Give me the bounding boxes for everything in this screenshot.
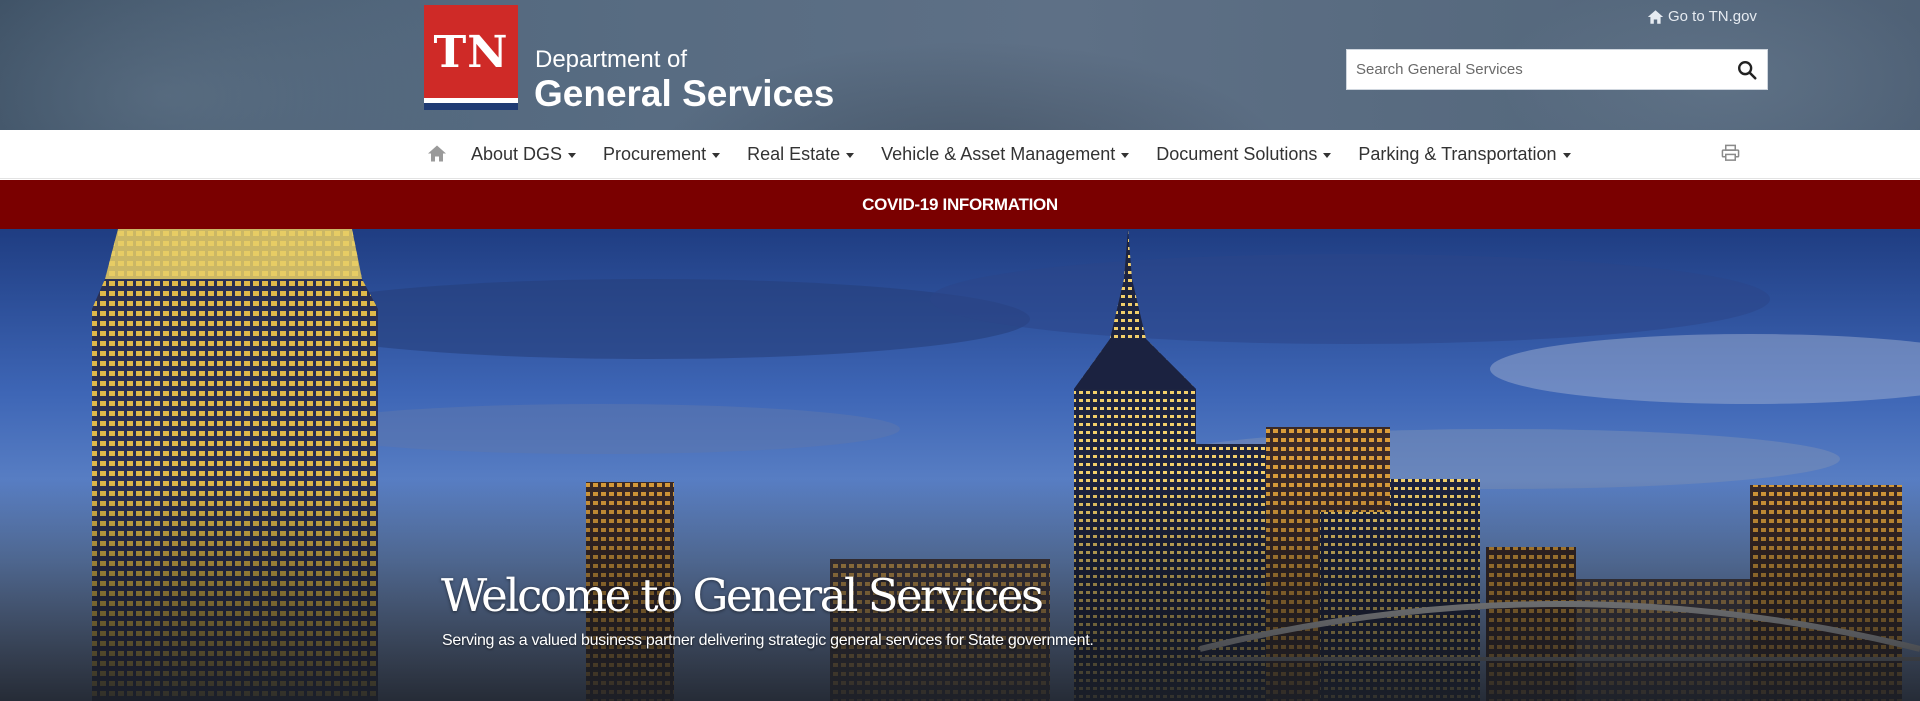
dept-line1[interactable]: Department of xyxy=(535,47,687,73)
caret-down-icon xyxy=(846,153,855,158)
search-icon xyxy=(1738,60,1757,80)
nav-items: About DGS Procurement Real Estate Vehicl… xyxy=(471,130,1598,179)
goto-tn-gov-label: Go to TN.gov xyxy=(1668,8,1757,25)
nav-item-procurement[interactable]: Procurement xyxy=(603,144,721,165)
logo-stripe-blue xyxy=(424,103,518,110)
nav-item-label: Document Solutions xyxy=(1156,144,1318,164)
covid-banner: COVID-19 INFORMATION xyxy=(0,180,1920,229)
print-button[interactable] xyxy=(1721,144,1741,164)
caret-down-icon xyxy=(1121,153,1130,158)
nav-item-about-dgs[interactable]: About DGS xyxy=(471,144,577,165)
home-icon xyxy=(1647,10,1664,24)
nav-item-document-solutions[interactable]: Document Solutions xyxy=(1156,144,1332,165)
goto-tn-gov-link[interactable]: Go to TN.gov xyxy=(1647,7,1757,27)
caret-down-icon xyxy=(1562,153,1571,158)
nav-home-link[interactable] xyxy=(427,144,447,164)
nav-item-vehicle-asset[interactable]: Vehicle & Asset Management xyxy=(881,144,1130,165)
tn-logo[interactable]: TN xyxy=(424,5,518,110)
hero-banner: Welcome to General Services Serving as a… xyxy=(0,229,1920,701)
caret-down-icon xyxy=(712,153,721,158)
search-button[interactable] xyxy=(1727,50,1767,89)
main-nav: About DGS Procurement Real Estate Vehicl… xyxy=(0,130,1920,179)
caret-down-icon xyxy=(1323,153,1332,158)
hero-subtitle: Serving as a valued business partner del… xyxy=(442,632,1094,649)
search-input[interactable] xyxy=(1347,50,1717,89)
nav-item-label: Vehicle & Asset Management xyxy=(881,144,1116,164)
nav-item-label: Procurement xyxy=(603,144,707,164)
print-icon xyxy=(1721,144,1740,161)
site-title[interactable]: General Services xyxy=(534,73,834,115)
nav-item-parking-transportation[interactable]: Parking & Transportation xyxy=(1358,144,1571,165)
nav-item-label: About DGS xyxy=(471,144,563,164)
home-icon xyxy=(428,145,446,162)
header-texture xyxy=(0,0,480,130)
nav-item-real-estate[interactable]: Real Estate xyxy=(747,144,855,165)
search-box xyxy=(1346,49,1768,90)
site-header: TN Department of General Services Go to … xyxy=(0,0,1920,130)
caret-down-icon xyxy=(568,153,577,158)
nav-item-label: Parking & Transportation xyxy=(1358,144,1557,164)
covid-info-link[interactable]: COVID-19 INFORMATION xyxy=(0,180,1920,229)
hero-title: Welcome to General Services xyxy=(441,569,1044,622)
logo-text: TN xyxy=(433,27,509,78)
nav-item-label: Real Estate xyxy=(747,144,841,164)
